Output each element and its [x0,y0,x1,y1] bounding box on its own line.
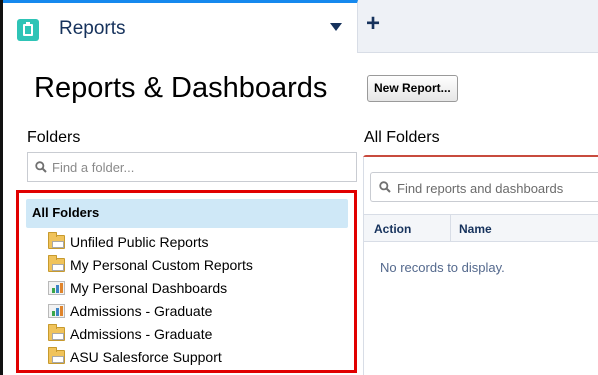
folder-item-label: Admissions - Graduate [70,302,213,319]
reports-icon [17,19,39,41]
folder-search-box [27,152,357,182]
folder-item[interactable]: Unfiled Public Reports [48,231,253,252]
reports-search-box [370,172,598,202]
folder-search-input[interactable] [52,157,352,177]
folder-item-label: ASU Salesforce Support [70,348,222,365]
empty-state-text: No records to display. [380,260,505,275]
folder-item[interactable]: Admissions - Graduate [48,323,253,344]
folders-heading: Folders [27,129,81,146]
reports-search-input[interactable] [397,178,597,198]
column-header-action[interactable]: Action [374,222,411,236]
search-icon [379,181,391,193]
chevron-down-icon[interactable] [330,23,342,31]
column-divider [450,215,451,241]
folder-item-label: My Personal Dashboards [70,279,228,296]
all-folders-heading: All Folders [364,129,440,146]
folder-icon [48,323,65,341]
folder-item-label: Admissions - Graduate [70,325,213,342]
column-header-name[interactable]: Name [459,222,492,236]
new-report-button[interactable]: New Report... [367,75,458,102]
folder-item[interactable]: Admissions - Graduate [48,300,253,321]
folder-item[interactable]: My Personal Custom Reports [48,254,253,275]
table-header: Action Name [364,214,598,242]
dashboard-icon [48,280,65,295]
folder-list: Unfiled Public Reports My Personal Custo… [48,231,253,369]
folder-icon [48,254,65,272]
folder-icon [48,231,65,249]
folder-item-label: My Personal Custom Reports [70,256,253,273]
window-edge [0,0,3,375]
add-tab-icon[interactable]: + [366,10,380,38]
all-folders-item[interactable]: All Folders [26,199,348,228]
tab-title: Reports [59,18,126,39]
folder-item[interactable]: ASU Salesforce Support [48,346,253,367]
tab-reports[interactable]: Reports [3,0,358,53]
folder-icon [48,346,65,364]
folder-item-label: Unfiled Public Reports [70,233,209,250]
tab-bar: Reports + [3,0,598,53]
folder-item[interactable]: My Personal Dashboards [48,277,253,298]
page-title: Reports & Dashboards [34,72,328,104]
dashboard-icon [48,303,65,318]
search-icon [35,161,47,173]
